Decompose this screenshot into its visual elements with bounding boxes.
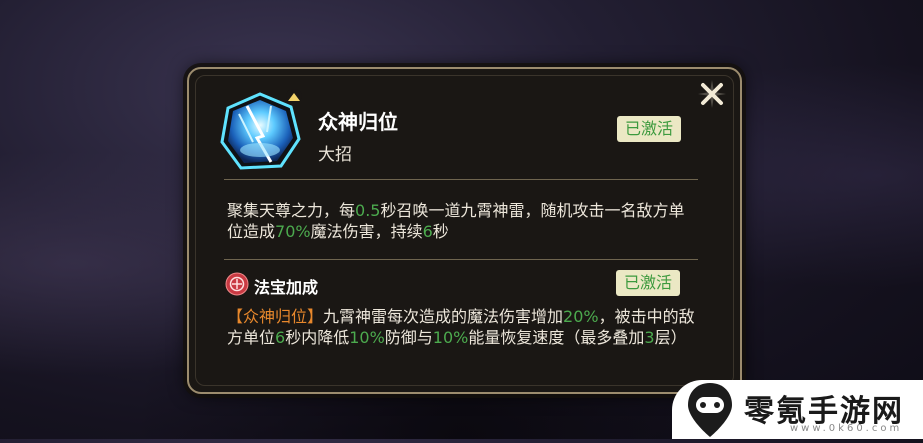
skill-name: 众神归位 <box>318 110 398 134</box>
desc-text: 防御与 <box>384 328 433 347</box>
desc-tag: 【众神归位】 <box>227 307 324 326</box>
treasure-icon <box>225 272 249 296</box>
desc-text: 秒内降低 <box>285 328 350 347</box>
desc-text: 秒 <box>432 222 449 241</box>
desc-value: 10% <box>349 328 385 347</box>
background-text-fragment: ▔▔▔ <box>100 0 170 6</box>
desc-text: 能量恢复速度（最多叠加 <box>468 328 645 347</box>
desc-value: 0.5 <box>355 201 381 220</box>
desc-value: 6 <box>422 222 433 241</box>
treasure-seal-icon <box>225 272 249 296</box>
watermark-logo <box>680 379 740 439</box>
desc-value: 6 <box>275 328 286 347</box>
desc-text: 九霄神雷每次造成的魔法伤害增加 <box>323 307 564 326</box>
treasure-status-badge: 已激活 <box>616 270 681 296</box>
lightning-skill-icon <box>220 92 301 170</box>
desc-value: 20% <box>563 307 599 326</box>
desc-text: 层） <box>654 328 687 347</box>
desc-value: 10% <box>432 328 469 347</box>
desc-value: 3 <box>644 328 655 347</box>
upgrade-badge <box>286 89 302 103</box>
skill-description: 聚集天尊之力，每0.5秒召唤一道九霄神雷，随机攻击一名敌方单位造成70%魔法伤害… <box>227 200 697 242</box>
desc-text: 聚集天尊之力，每 <box>227 201 356 220</box>
treasure-title: 法宝加成 <box>254 278 319 297</box>
desc-text: 魔法伤害，持续 <box>310 222 423 241</box>
close-icon <box>698 80 726 108</box>
watermark-url: www.0k60.com <box>790 423 903 434</box>
divider <box>224 259 698 260</box>
skill-icon <box>219 92 301 174</box>
skill-status-badge: 已激活 <box>617 116 682 142</box>
desc-value: 70% <box>275 222 311 241</box>
skill-type: 大招 <box>318 145 352 165</box>
divider <box>224 179 698 180</box>
arrow-up-icon <box>288 93 300 101</box>
close-button[interactable] <box>697 79 727 109</box>
gamepad-pin-icon <box>688 383 732 437</box>
treasure-description: 【众神归位】九霄神雷每次造成的魔法伤害增加20%，被击中的敌方单位6秒内降低10… <box>227 306 701 348</box>
